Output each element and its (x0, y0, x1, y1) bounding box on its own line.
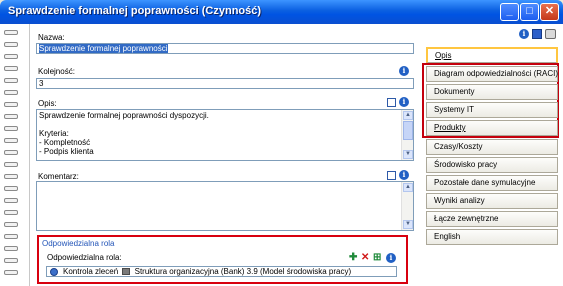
tab-systemy-it[interactable]: Systemy IT (426, 102, 558, 118)
spiral-ring-icon (4, 42, 18, 47)
remove-role-icon[interactable]: ✕ (361, 253, 369, 263)
spiral-ring-icon (4, 162, 18, 167)
tab-label: Czasy/Koszty (434, 142, 483, 151)
tab-dokumenty[interactable]: Dokumenty (426, 84, 558, 100)
tab-english[interactable]: English (426, 229, 558, 245)
org-structure-text: Struktura organizacyjna (Bank) 3.9 (Mode… (134, 267, 352, 276)
title-bar[interactable]: Sprawdzenie formalnej poprawności (Czynn… (0, 0, 563, 24)
spiral-ring-icon (4, 90, 18, 95)
role-info-icon[interactable]: i (386, 253, 396, 263)
minimize-button[interactable]: _ (500, 3, 519, 21)
spiral-ring-icon (4, 258, 18, 263)
expand-description-icon[interactable] (387, 98, 396, 107)
tab-wyniki-analizy[interactable]: Wyniki analizy (426, 193, 558, 209)
description-line (39, 120, 411, 129)
tab-label: Łącze zewnętrzne (434, 214, 499, 223)
name-field[interactable]: Sprawdzenie formalnej poprawności (36, 43, 414, 54)
tab-opis[interactable]: Opis (426, 47, 558, 63)
description-field[interactable]: Sprawdzenie formalnej poprawności dyspoz… (36, 109, 414, 161)
spiral-ring-icon (4, 126, 18, 131)
scroll-up-icon[interactable]: ▲ (403, 183, 413, 192)
comment-scrollbar[interactable]: ▲ ▼ (401, 182, 413, 230)
spiral-ring-icon (4, 138, 18, 143)
spiral-ring-icon (4, 198, 18, 203)
attributes-form: Nazwa: Sprawdzenie formalnej poprawności… (30, 24, 418, 286)
role-section-title: Odpowiedzialna rola (42, 239, 115, 248)
spiral-ring-icon (4, 54, 18, 59)
responsible-role-section: Odpowiedzialna rola Odpowiedzialna rola:… (37, 235, 408, 284)
tab-label: Pozostałe dane symulacyjne (434, 178, 536, 187)
role-entry[interactable]: Kontrola zleceń Struktura organizacyjna … (46, 266, 397, 277)
spiral-ring-icon (4, 234, 18, 239)
description-line: - Kompletność (39, 138, 91, 147)
tab-label: Diagram odpowiedzialności (RACI) (434, 69, 559, 78)
dialog-window: Sprawdzenie formalnej poprawności (Czynn… (0, 0, 563, 286)
add-role-icon[interactable]: ✚ (349, 253, 357, 263)
toolbar-icons: i (418, 24, 563, 46)
scroll-down-icon[interactable]: ▼ (403, 150, 413, 159)
tab-produkty[interactable]: Produkty (426, 120, 558, 136)
description-line: Kryteria: (39, 129, 69, 138)
scroll-up-icon[interactable]: ▲ (403, 111, 413, 120)
spiral-ring-icon (4, 210, 18, 215)
description-label: Opis: (38, 99, 57, 108)
spiral-ring-icon (4, 78, 18, 83)
close-button[interactable]: ✕ (540, 3, 559, 21)
expand-comment-icon[interactable] (387, 171, 396, 180)
tab-raci[interactable]: Diagram odpowiedzialności (RACI) (426, 66, 558, 82)
notebook-spiral-strip (0, 24, 30, 286)
spiral-ring-icon (4, 186, 18, 191)
window-title: Sprawdzenie formalnej poprawności (Czynn… (8, 5, 262, 17)
spiral-ring-icon (4, 150, 18, 155)
role-name: Kontrola zleceń (63, 267, 119, 276)
name-label: Nazwa: (38, 33, 65, 42)
print-icon[interactable] (545, 29, 556, 39)
spiral-ring-icon (4, 270, 18, 275)
org-structure-icon (122, 268, 131, 275)
tab-label: English (434, 232, 461, 241)
tab-label: Opis (435, 51, 452, 60)
scroll-down-icon[interactable]: ▼ (403, 220, 413, 229)
spiral-ring-icon (4, 30, 18, 35)
role-object-icon (50, 268, 58, 276)
role-field-label: Odpowiedzialna rola: (47, 253, 122, 262)
spiral-ring-icon (4, 246, 18, 251)
scroll-thumb[interactable] (403, 121, 413, 140)
spiral-ring-icon (4, 102, 18, 107)
comment-value (39, 183, 411, 192)
save-icon[interactable] (532, 29, 542, 39)
tab-label: Produkty (434, 123, 466, 132)
spiral-ring-icon (4, 114, 18, 119)
new-role-icon[interactable]: ⊞ (373, 253, 381, 263)
tab-pozostale-dane[interactable]: Pozostałe dane symulacyjne (426, 175, 558, 191)
order-info-icon[interactable]: i (399, 66, 409, 76)
description-line: - Podpis klienta (39, 147, 94, 156)
tab-label: Środowisko pracy (434, 160, 498, 169)
tab-label: Wyniki analizy (434, 196, 485, 205)
tab-label: Dokumenty (434, 87, 475, 96)
spiral-ring-icon (4, 66, 18, 71)
description-line: Sprawdzenie formalnej poprawności dyspoz… (39, 111, 209, 120)
comment-label: Komentarz: (38, 172, 79, 181)
tab-srodowisko-pracy[interactable]: Środowisko pracy (426, 157, 558, 173)
maximize-button[interactable]: □ (520, 3, 539, 21)
name-value: Sprawdzenie formalnej poprawności (39, 44, 168, 53)
spiral-ring-icon (4, 222, 18, 227)
tab-czasy-koszty[interactable]: Czasy/Koszty (426, 139, 558, 155)
comment-field[interactable]: ▲ ▼ (36, 181, 414, 231)
tab-panel: i Opis Diagram odpowiedzialności (RACI) … (418, 24, 563, 286)
help-info-icon[interactable]: i (519, 29, 529, 39)
order-label: Kolejność: (38, 67, 75, 76)
dialog-client-area: Nazwa: Sprawdzenie formalnej poprawności… (0, 24, 563, 286)
tab-lacze-zewnetrzne[interactable]: Łącze zewnętrzne (426, 211, 558, 227)
spiral-ring-icon (4, 174, 18, 179)
description-info-icon[interactable]: i (399, 97, 409, 107)
comment-info-icon[interactable]: i (399, 170, 409, 180)
order-field[interactable]: 3 (36, 78, 414, 89)
tab-label: Systemy IT (434, 105, 475, 114)
description-scrollbar[interactable]: ▲ ▼ (401, 110, 413, 160)
